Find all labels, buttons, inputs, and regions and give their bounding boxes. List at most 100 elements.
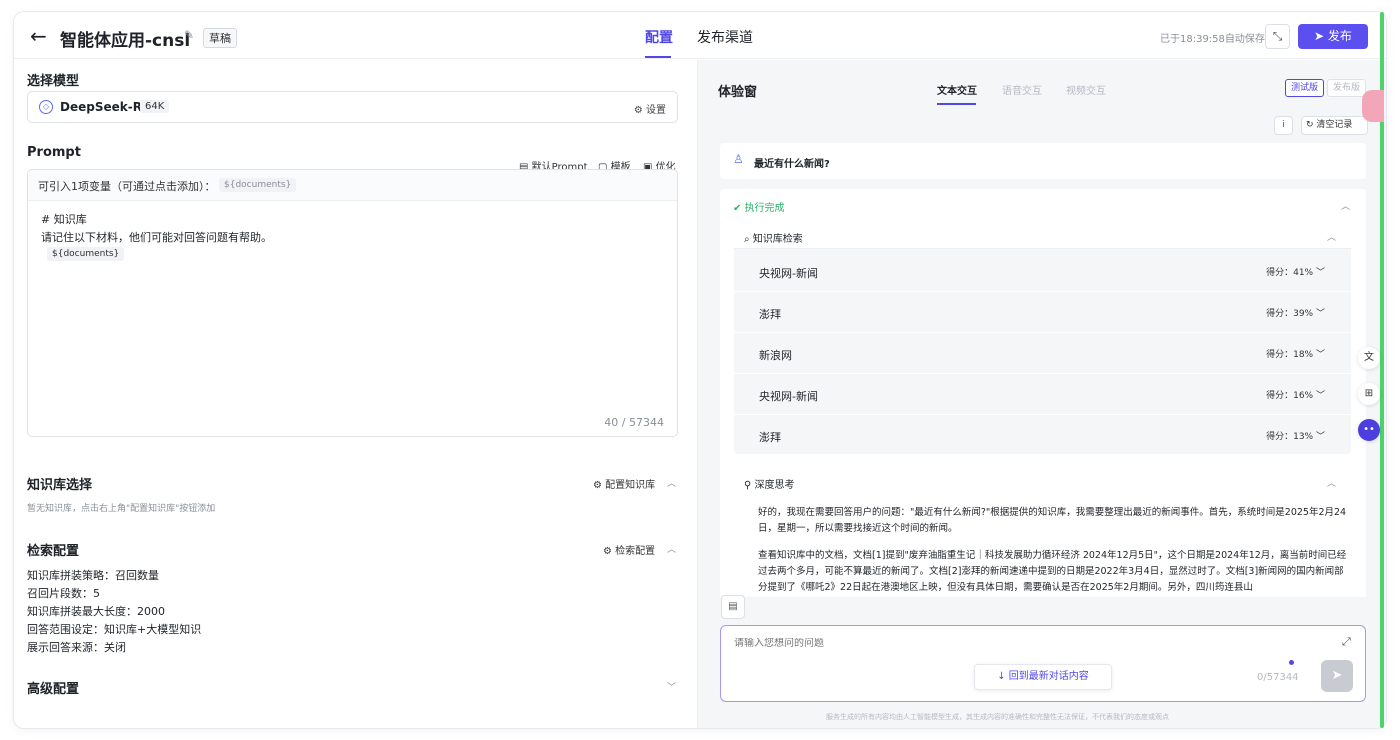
variable-chip[interactable]: ${documents} — [219, 178, 297, 192]
disclaimer: 服务生成的所有内容均由人工智能模型生成，其生成内容的准确性和完整性无法保证，不代… — [826, 713, 1169, 721]
kb-search-label: 知识库检索 — [752, 234, 803, 245]
tab-config[interactable]: 配置 — [645, 27, 673, 47]
model-settings-button[interactable]: ⚙ 设置 — [634, 101, 666, 116]
prompt-section-title: Prompt — [27, 145, 81, 160]
search-icon: ⌕ — [744, 234, 753, 245]
search-result[interactable]: 澎拜 得分：39% ﹀ — [734, 293, 1351, 333]
search-result[interactable]: 央视网-新闻 得分：16% ﹀ — [734, 375, 1351, 415]
preview-title: 体验窗 — [718, 85, 758, 100]
result-source: 澎拜 — [759, 308, 781, 321]
search-result[interactable]: 澎拜 得分：13% ﹀ — [734, 416, 1351, 456]
edit-icon[interactable]: ✎ — [184, 28, 194, 42]
chevron-up-icon[interactable]: ︿ — [1341, 199, 1350, 212]
note-icon[interactable]: ▤ — [721, 595, 745, 619]
chevron-up-icon[interactable]: ︿ — [1327, 230, 1336, 243]
chat-input-box: ⤢ ↓ 回到最新对话内容 0/57344 ➤ — [720, 625, 1366, 702]
autosave-status: 已于18:39:58自动保存 — [1160, 34, 1265, 45]
test-version-toggle[interactable]: 测试版 — [1285, 79, 1325, 97]
assistant-bot-icon[interactable]: •• — [1358, 419, 1380, 441]
result-score: 得分：41% ﹀ — [1266, 268, 1325, 278]
chevron-down-icon[interactable]: ﹀ — [667, 680, 676, 693]
input-counter: 0/57344 — [1257, 672, 1299, 683]
prompt-variable: ${documents} — [47, 247, 125, 261]
app-window: ← 智能体应用-cnsl ✎ 草稿 配置 发布渠道 已于18:39:58自动保存… — [14, 12, 1386, 728]
variable-hint: 可引入1项变量（可通过点击添加）： — [38, 180, 216, 193]
retrieval-strategy: 知识库拼装策略：召回数量 — [27, 569, 159, 582]
search-result[interactable]: 新浪网 得分：18% ﹀ — [734, 334, 1351, 374]
publish-version-toggle[interactable]: 发布版 — [1327, 79, 1367, 97]
send-icon: ➤ — [1331, 668, 1343, 683]
configure-kb-button[interactable]: ⚙ 配置知识库 — [593, 476, 655, 491]
prompt-line-1: # 知识库 — [41, 213, 87, 226]
user-icon: ♙ — [733, 152, 744, 166]
prompt-line-2: 请记住以下材料，他们可能对回答问题有帮助。 — [41, 231, 272, 244]
gear-icon: ⚙ — [603, 546, 616, 557]
config-panel: 选择模型 ◇ DeepSeek-R1 64K ⚙ 设置 Prompt ▤ 默认P… — [14, 60, 697, 728]
indicator-dot — [1289, 660, 1294, 665]
preview-panel: 体验窗 文本交互 语音交互 视频交互 测试版 发布版 i ↻ 清空记录 ♙ 最近… — [697, 60, 1386, 728]
chevron-down-icon: ﹀ — [1313, 432, 1325, 442]
retrieval-config-button[interactable]: ⚙ 检索配置 — [603, 542, 655, 557]
gear-icon: ⚙ — [593, 480, 606, 491]
result-source: 央视网-新闻 — [759, 267, 818, 280]
send-icon: ➤ — [1314, 29, 1328, 43]
kb-search-panel: ⌕ 知识库检索 ︿ 央视网-新闻 得分：41% ﹀ 澎拜 得分：39% ﹀ 新浪网得… — [734, 222, 1351, 456]
prompt-editor[interactable]: 可引入1项变量（可通过点击添加）： ${documents} # 知识库 请记住… — [27, 169, 678, 437]
result-score: 得分：18% ﹀ — [1266, 350, 1325, 360]
draft-badge: 草稿 — [203, 28, 237, 48]
info-icon[interactable]: i — [1274, 116, 1293, 135]
model-logo-icon: ◇ — [39, 100, 53, 114]
prompt-counter: 40 / 57344 — [604, 416, 664, 429]
tab-publish-channels[interactable]: 发布渠道 — [697, 27, 753, 47]
result-score: 得分：16% ﹀ — [1266, 391, 1325, 401]
clear-history-button[interactable]: ↻ 清空记录 — [1301, 116, 1368, 135]
result-score: 得分：39% ﹀ — [1266, 309, 1325, 319]
top-bar: ← 智能体应用-cnsl ✎ 草稿 配置 发布渠道 已于18:39:58自动保存… — [14, 12, 1386, 59]
chevron-down-icon: ﹀ — [1313, 350, 1325, 360]
result-source: 澎拜 — [759, 431, 781, 444]
publish-button[interactable]: ➤ 发布 — [1298, 24, 1368, 49]
kb-search-header[interactable]: ⌕ 知识库检索 ︿ — [734, 222, 1351, 249]
user-question: 最近有什么新闻? — [754, 159, 830, 170]
apps-grid-icon[interactable]: ⊞ — [1358, 383, 1380, 405]
back-to-latest-button[interactable]: ↓ 回到最新对话内容 — [974, 664, 1112, 690]
check-circle-icon: ✔ — [733, 203, 745, 214]
bulb-icon: ⚲ — [744, 480, 755, 491]
arrow-down-icon: ↓ — [997, 671, 1009, 682]
chevron-up-icon[interactable]: ︿ — [667, 542, 676, 555]
tab-video-interaction[interactable]: 视频交互 — [1066, 82, 1106, 97]
exit-fullscreen-icon[interactable]: ⤡ — [1265, 24, 1290, 49]
assistant-message: ✔ 执行完成 ︿ ⌕ 知识库检索 ︿ 央视网-新闻 得分：41% ﹀ 澎拜 得分：3… — [720, 189, 1366, 597]
arrow-left-icon[interactable]: ← — [30, 26, 47, 46]
model-name: DeepSeek-R1 — [60, 100, 151, 114]
retrieval-section-title: 检索配置 — [27, 544, 80, 559]
kb-section-title: 知识库选择 — [27, 478, 93, 493]
chat-input[interactable] — [734, 638, 1294, 649]
retrieval-count: 召回片段数：5 — [27, 587, 100, 600]
translate-icon[interactable]: 文 — [1358, 347, 1380, 369]
chevron-up-icon[interactable]: ︿ — [667, 476, 676, 489]
result-source: 央视网-新闻 — [759, 390, 818, 403]
user-message: ♙ 最近有什么新闻? — [720, 143, 1366, 179]
retrieval-config-label: 检索配置 — [615, 546, 656, 557]
advanced-section-title: 高级配置 — [27, 682, 80, 697]
chevron-up-icon[interactable]: ︿ — [1327, 476, 1336, 489]
retrieval-show-source: 展示回答来源：关闭 — [27, 641, 126, 654]
send-button[interactable]: ➤ — [1321, 660, 1353, 692]
variable-bar: 可引入1项变量（可通过点击添加）： ${documents} — [28, 170, 677, 201]
publish-label: 发布 — [1327, 29, 1352, 43]
retrieval-max-length: 知识库拼装最大长度：2000 — [27, 605, 165, 618]
model-settings-label: 设置 — [646, 105, 666, 116]
status-done: ✔ 执行完成 — [733, 199, 785, 214]
context-badge: 64K — [140, 100, 170, 113]
deep-thinking-title: ⚲ 深度思考 — [744, 476, 795, 491]
tab-text-interaction[interactable]: 文本交互 — [937, 82, 977, 97]
result-source: 新浪网 — [759, 349, 792, 362]
deep-thinking-label: 深度思考 — [754, 480, 795, 491]
model-selector[interactable]: ◇ DeepSeek-R1 64K ⚙ 设置 — [27, 91, 678, 123]
expand-icon[interactable]: ⤢ — [1342, 635, 1351, 649]
floating-assistant-tab[interactable] — [1362, 90, 1384, 122]
tab-indicator — [645, 56, 671, 58]
tab-voice-interaction[interactable]: 语音交互 — [1002, 82, 1042, 97]
search-result[interactable]: 央视网-新闻 得分：41% ﹀ — [734, 252, 1351, 292]
